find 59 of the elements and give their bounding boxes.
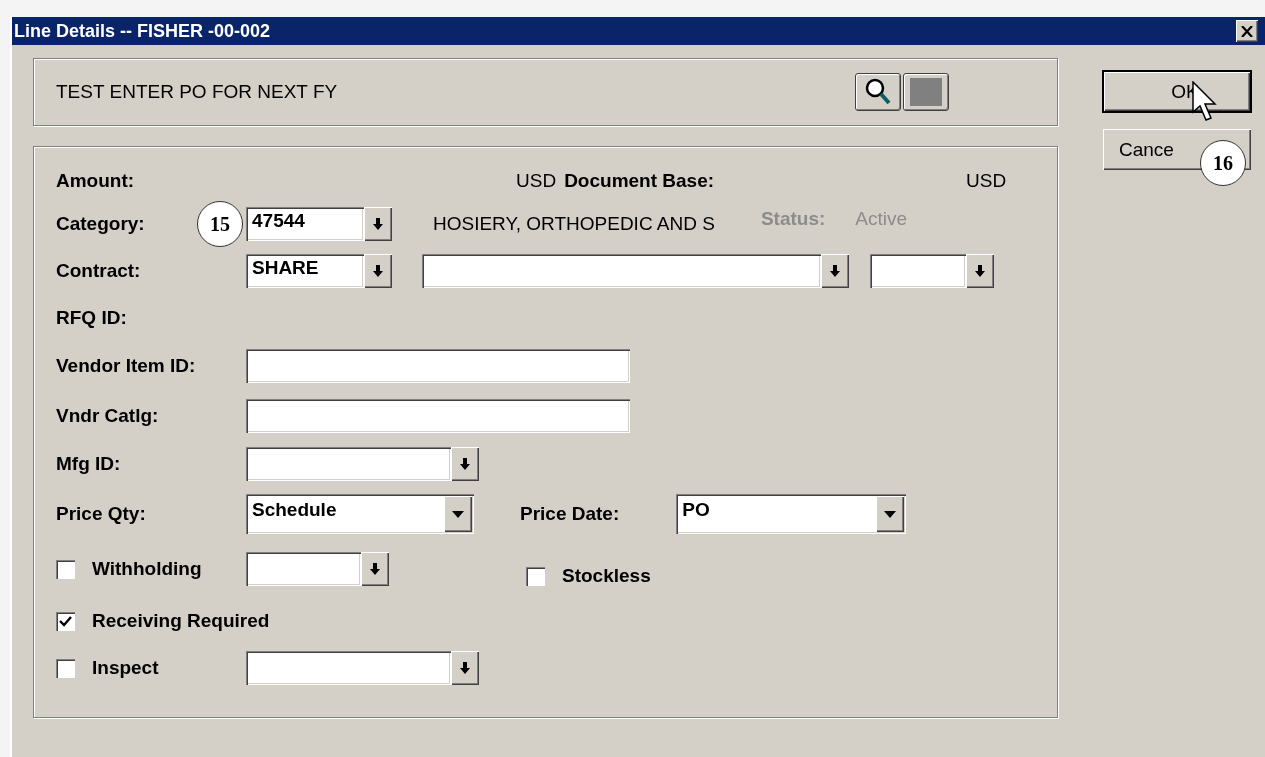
checkbox-label: Receiving Required (92, 610, 270, 632)
checkbox-label: Stockless (562, 565, 651, 587)
currency-text: USD (966, 170, 1007, 192)
close-icon (1241, 25, 1253, 37)
checkbox-label: Inspect (92, 657, 159, 679)
currency-text: USD (516, 170, 557, 192)
field-label: Vendor Item ID: (56, 355, 196, 377)
arrow-down-icon (373, 218, 383, 230)
dropdown-button[interactable] (451, 651, 479, 685)
dropdown-button[interactable] (364, 254, 392, 288)
checkbox[interactable] (526, 566, 545, 586)
arrow-down-icon (975, 265, 985, 277)
dropdown-field[interactable]: PO (676, 494, 907, 534)
close-button[interactable] (1236, 20, 1258, 42)
input-field[interactable] (246, 651, 451, 685)
input-field[interactable]: 47544 (246, 207, 364, 241)
input-field[interactable] (870, 254, 966, 288)
dropdown-button[interactable] (364, 207, 392, 241)
window-title: Line Details -- FISHER -00-002 (14, 20, 271, 42)
input-field[interactable] (422, 254, 821, 288)
input-field[interactable]: SHARE (246, 254, 364, 288)
field-label: Amount: (56, 170, 135, 192)
status-text: Active (855, 208, 908, 230)
input-field[interactable] (246, 447, 451, 481)
dropdown-button[interactable] (451, 447, 479, 481)
dropdown-button[interactable] (361, 552, 389, 586)
caret-icon (884, 510, 897, 518)
description-text: TEST ENTER PO FOR NEXT FY (56, 81, 338, 103)
field-label: Category: (56, 213, 145, 235)
field-label: Price Date: (520, 503, 620, 525)
swatch-icon (910, 78, 942, 106)
input-field[interactable] (246, 349, 630, 383)
checkbox-label: Withholding (92, 558, 202, 580)
status-label: Status: (760, 208, 826, 230)
caret-icon (452, 510, 464, 518)
step-callout: 15 (197, 201, 243, 247)
dropdown-button[interactable] (821, 254, 849, 288)
arrow-down-icon (460, 458, 470, 470)
input-field[interactable] (246, 552, 361, 586)
field-label: Contract: (56, 260, 141, 282)
arrow-down-icon (830, 265, 840, 277)
arrow-down-icon (370, 563, 380, 575)
search-icon (863, 77, 893, 107)
input-field[interactable] (246, 399, 630, 433)
arrow-down-icon (460, 662, 470, 674)
checkbox[interactable] (56, 611, 75, 631)
field-label: Price Qty: (56, 503, 146, 525)
arrow-down-icon (373, 265, 383, 277)
dropdown-button[interactable] (966, 254, 994, 288)
field-label: RFQ ID: (56, 307, 127, 329)
dropdown-field[interactable]: Schedule (246, 494, 474, 534)
search-button[interactable] (855, 73, 901, 111)
field-label: Mfg ID: (56, 453, 121, 475)
field-label: Document Base: (564, 170, 715, 192)
checkbox[interactable] (56, 658, 75, 678)
checkbox[interactable] (56, 559, 75, 579)
category-description: HOSIERY, ORTHOPEDIC AND S (433, 213, 715, 235)
field-label: Vndr Catlg: (56, 405, 159, 427)
color-button[interactable] (903, 73, 949, 111)
